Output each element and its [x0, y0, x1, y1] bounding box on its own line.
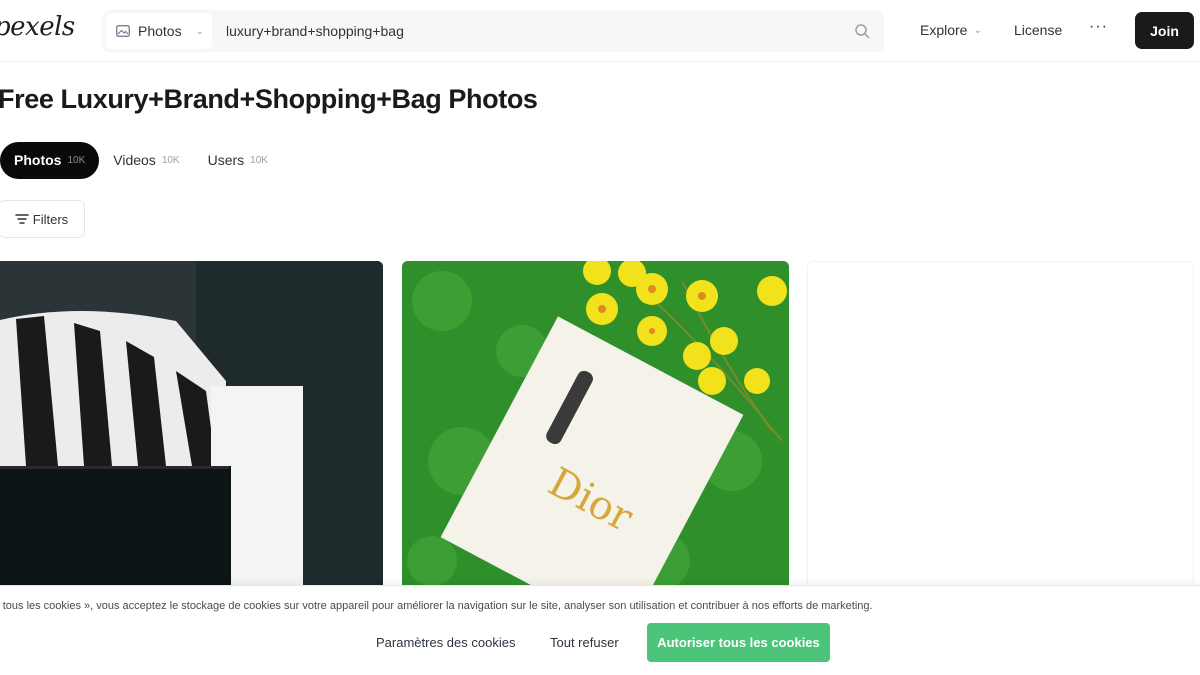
cookie-banner: r tous les cookies », vous acceptez le s… — [0, 585, 1200, 675]
search-icon[interactable] — [854, 23, 870, 39]
pexels-logo[interactable]: pexels — [0, 12, 75, 42]
chevron-down-icon: ⌄ — [973, 24, 982, 36]
cookie-refuse-button[interactable]: Tout refuser — [550, 635, 619, 650]
license-link[interactable]: License — [1014, 22, 1062, 38]
filter-icon — [15, 214, 29, 224]
tab-label: Photos — [14, 152, 62, 168]
search-input[interactable] — [226, 10, 826, 52]
cookie-settings-button[interactable]: Paramètres des cookies — [376, 635, 515, 650]
cookie-accept-button[interactable]: Autoriser tous les cookies — [647, 623, 830, 662]
photo-card[interactable] — [0, 261, 383, 591]
photo-card[interactable]: Dior — [402, 261, 789, 591]
tab-count: 10K — [67, 154, 86, 166]
chevron-down-icon: ⌄ — [195, 25, 204, 37]
photo-card-loading[interactable] — [807, 261, 1194, 591]
filters-button[interactable]: Filters — [0, 200, 85, 238]
tab-photos[interactable]: Photos 10K — [0, 141, 100, 179]
photo-dior-bag-image: Dior — [402, 261, 789, 591]
explore-menu[interactable]: Explore ⌄ — [920, 22, 982, 38]
more-menu-icon[interactable]: ··· — [1089, 18, 1108, 36]
join-button[interactable]: Join — [1135, 12, 1194, 49]
media-type-label: Photos — [138, 23, 182, 39]
tab-label: Users — [207, 152, 245, 168]
media-type-dropdown[interactable]: Photos ⌄ — [106, 13, 212, 49]
tab-videos[interactable]: Videos 10K — [99, 142, 193, 179]
top-header: pexels Photos ⌄ Explore ⌄ License ··· Jo… — [0, 0, 1200, 62]
photo-striped-bag-image — [0, 261, 383, 591]
tab-count: 10K — [250, 154, 268, 166]
tab-count: 10K — [161, 154, 180, 166]
tab-label: Videos — [113, 152, 156, 168]
tab-users[interactable]: Users 10K — [194, 142, 282, 179]
explore-label: Explore — [920, 22, 968, 38]
cookie-notice-text: r tous les cookies », vous acceptez le s… — [0, 600, 873, 612]
result-tabs: Photos 10K Videos 10K Users 10K — [0, 141, 282, 179]
image-icon — [116, 25, 130, 37]
page-title: Free Luxury+Brand+Shopping+Bag Photos — [0, 84, 538, 114]
filters-label: Filters — [32, 211, 69, 227]
search-bar: Photos ⌄ — [102, 10, 884, 52]
